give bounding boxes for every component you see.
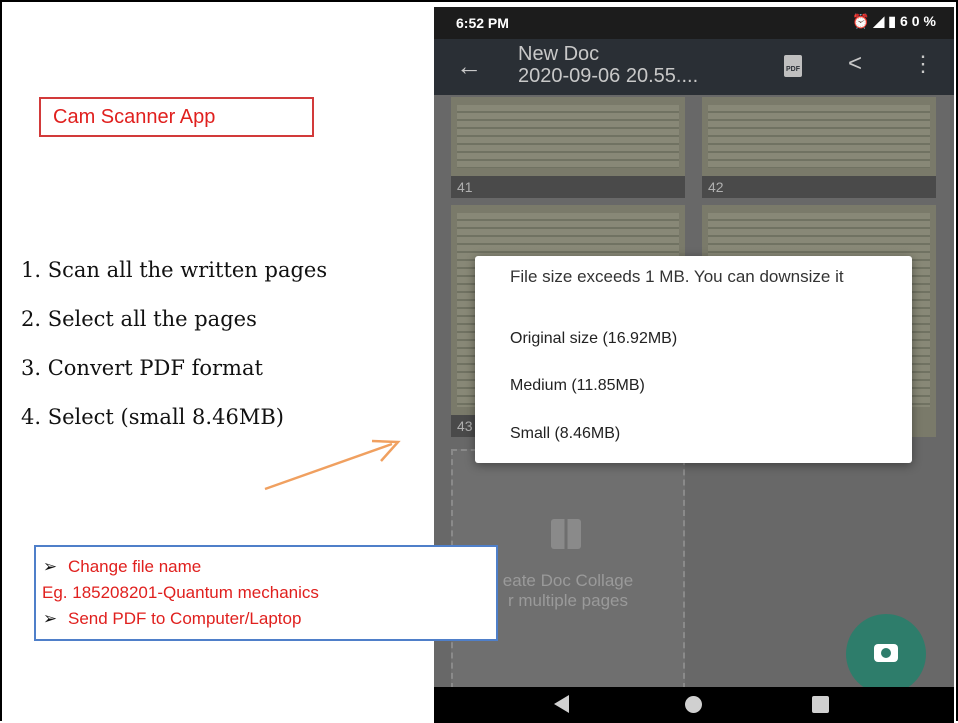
camera-button[interactable] bbox=[846, 614, 926, 694]
instructions-note: ➢ Change file name Eg. 185208201-Quantum … bbox=[34, 545, 498, 641]
page-number: 42 bbox=[702, 176, 936, 198]
phone-screen: 6:52 PM ⏰◢▮60% ← New Doc 2020-09-06 20.5… bbox=[434, 7, 954, 723]
step-item: 3. Convert PDF format bbox=[21, 356, 263, 380]
slide-title: Cam Scanner App bbox=[39, 97, 314, 137]
battery-icon: ▮ bbox=[888, 13, 900, 29]
note-line: ➢ Send PDF to Computer/Laptop bbox=[36, 606, 496, 632]
steps-list: 1. Scan all the written pages 2. Select … bbox=[21, 246, 327, 442]
option-medium[interactable]: Medium (11.85MB) bbox=[510, 377, 645, 395]
share-icon[interactable]: < bbox=[848, 50, 862, 78]
android-nav-bar bbox=[434, 687, 954, 723]
step-item: 4. Select (small 8.46MB) bbox=[21, 405, 284, 429]
note-text: Change file name bbox=[68, 557, 202, 576]
app-bar: ← New Doc 2020-09-06 20.55.... PDF < ⋮ bbox=[434, 39, 954, 95]
nav-recents-icon[interactable] bbox=[812, 696, 829, 713]
page-thumbnail[interactable]: 41 bbox=[451, 97, 685, 198]
signal-icon: ◢ bbox=[873, 13, 889, 29]
collage-icon bbox=[551, 519, 581, 549]
nav-home-icon[interactable] bbox=[685, 696, 702, 713]
status-icons: ⏰◢▮60% bbox=[852, 13, 940, 30]
page-preview bbox=[708, 105, 930, 168]
note-line: ➢ Change file name bbox=[36, 554, 496, 580]
note-text: Send PDF to Computer/Laptop bbox=[68, 609, 302, 628]
status-time: 6:52 PM bbox=[456, 15, 509, 31]
camera-icon bbox=[874, 644, 898, 662]
option-small[interactable]: Small (8.46MB) bbox=[510, 425, 620, 443]
downsize-dialog: File size exceeds 1 MB. You can downsize… bbox=[475, 256, 912, 463]
back-arrow-icon[interactable]: ← bbox=[456, 51, 482, 82]
battery-level: 60% bbox=[899, 13, 940, 29]
step-item: 1. Scan all the written pages bbox=[21, 258, 328, 282]
status-bar: 6:52 PM ⏰◢▮60% bbox=[434, 7, 954, 39]
note-line: Eg. 185208201-Quantum mechanics bbox=[42, 583, 319, 602]
nav-back-icon[interactable] bbox=[554, 695, 569, 713]
dialog-title: File size exceeds 1 MB. You can downsize… bbox=[510, 267, 844, 286]
page-number: 41 bbox=[451, 176, 685, 198]
pdf-icon[interactable]: PDF bbox=[784, 55, 802, 77]
option-original-size[interactable]: Original size (16.92MB) bbox=[510, 330, 677, 348]
step-item: 2. Select all the pages bbox=[21, 307, 257, 331]
doc-timestamp: 2020-09-06 20.55.... bbox=[518, 65, 699, 87]
page-preview bbox=[457, 105, 679, 168]
doc-title: New Doc bbox=[518, 43, 600, 65]
bullet-arrow-icon: ➢ bbox=[42, 557, 58, 576]
bullet-arrow-icon: ➢ bbox=[42, 609, 58, 628]
alarm-icon: ⏰ bbox=[852, 13, 874, 29]
more-options-icon[interactable]: ⋮ bbox=[912, 51, 934, 77]
page-thumbnail[interactable]: 42 bbox=[702, 97, 936, 198]
